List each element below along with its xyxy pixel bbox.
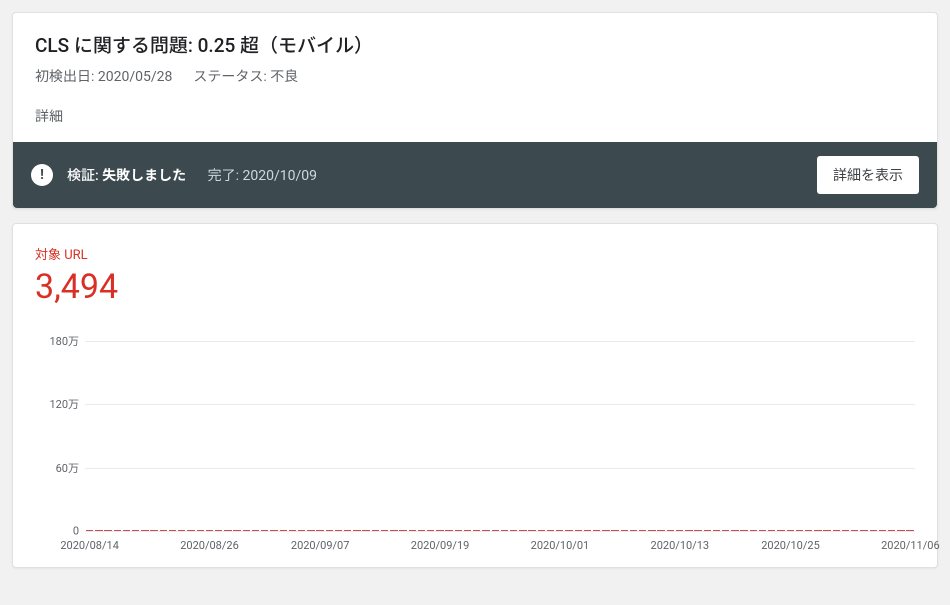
- issue-header-card: CLS に関する問題: 0.25 超（モバイル） 初検出日: 2020/05/2…: [12, 12, 938, 209]
- chart-area: 060万120万180万 2020/08/14 2020/08/26 2020/09…: [35, 341, 915, 555]
- validation-text: 検証: 失敗しました 完了: 2020/10/09: [67, 165, 817, 185]
- done-label: 完了:: [208, 168, 239, 184]
- metric-label: 対象 URL: [35, 244, 915, 263]
- verify-status: 失敗しました: [102, 168, 186, 184]
- chart-card: 対象 URL 3,494 060万120万180万 2020/08/142020…: [12, 223, 938, 568]
- chart-x-tick-label: 2020/09/19: [411, 539, 470, 552]
- validation-banner: ! 検証: 失敗しました 完了: 2020/10/09 詳細を表示: [13, 142, 937, 208]
- metric-value: 3,494: [35, 267, 915, 307]
- chart-gridline: [85, 404, 915, 405]
- show-details-button[interactable]: 詳細を表示: [817, 156, 919, 194]
- chart-y-tick-label: 60万: [35, 460, 79, 476]
- chart-y-tick-label: 180万: [35, 333, 79, 349]
- chart-x-axis: 2020/08/142020/08/262020/09/072020/09/19…: [85, 539, 915, 555]
- issue-subrow: 初検出日: 2020/05/28 ステータス: 不良: [35, 66, 915, 86]
- status-value: 不良: [270, 69, 298, 85]
- chart-gridline: [85, 341, 915, 342]
- chart-x-tick-label: 2020/11/06: [881, 539, 940, 552]
- issue-title: CLS に関する問題: 0.25 超（モバイル）: [35, 31, 915, 58]
- chart-x-tick-label: 2020/09/07: [291, 539, 350, 552]
- status-label: ステータス:: [193, 69, 266, 85]
- chart-y-tick-label: 0: [35, 525, 79, 538]
- verify-label: 検証:: [67, 168, 99, 184]
- done-value: 2020/10/09: [243, 168, 318, 184]
- chart-x-tick-label: 2020/10/25: [761, 539, 820, 552]
- alert-icon: !: [31, 164, 53, 186]
- chart-y-tick-label: 120万: [35, 396, 79, 412]
- first-detected-label: 初検出日:: [35, 69, 94, 85]
- chart-x-tick-label: 2020/10/01: [531, 539, 590, 552]
- chart-x-tick-label: 2020/08/14: [60, 539, 119, 552]
- first-detected-value: 2020/05/28: [98, 69, 173, 85]
- chart-x-tick-label: 2020/08/26: [180, 539, 239, 552]
- chart-bars: [85, 341, 915, 531]
- chart-gridline: [85, 531, 915, 532]
- chart-plot: 060万120万180万: [85, 341, 915, 531]
- details-link[interactable]: 詳細: [13, 94, 937, 142]
- issue-header-top: CLS に関する問題: 0.25 超（モバイル） 初検出日: 2020/05/2…: [13, 13, 937, 94]
- chart-gridline: [85, 468, 915, 469]
- chart-x-tick-label: 2020/10/13: [651, 539, 710, 552]
